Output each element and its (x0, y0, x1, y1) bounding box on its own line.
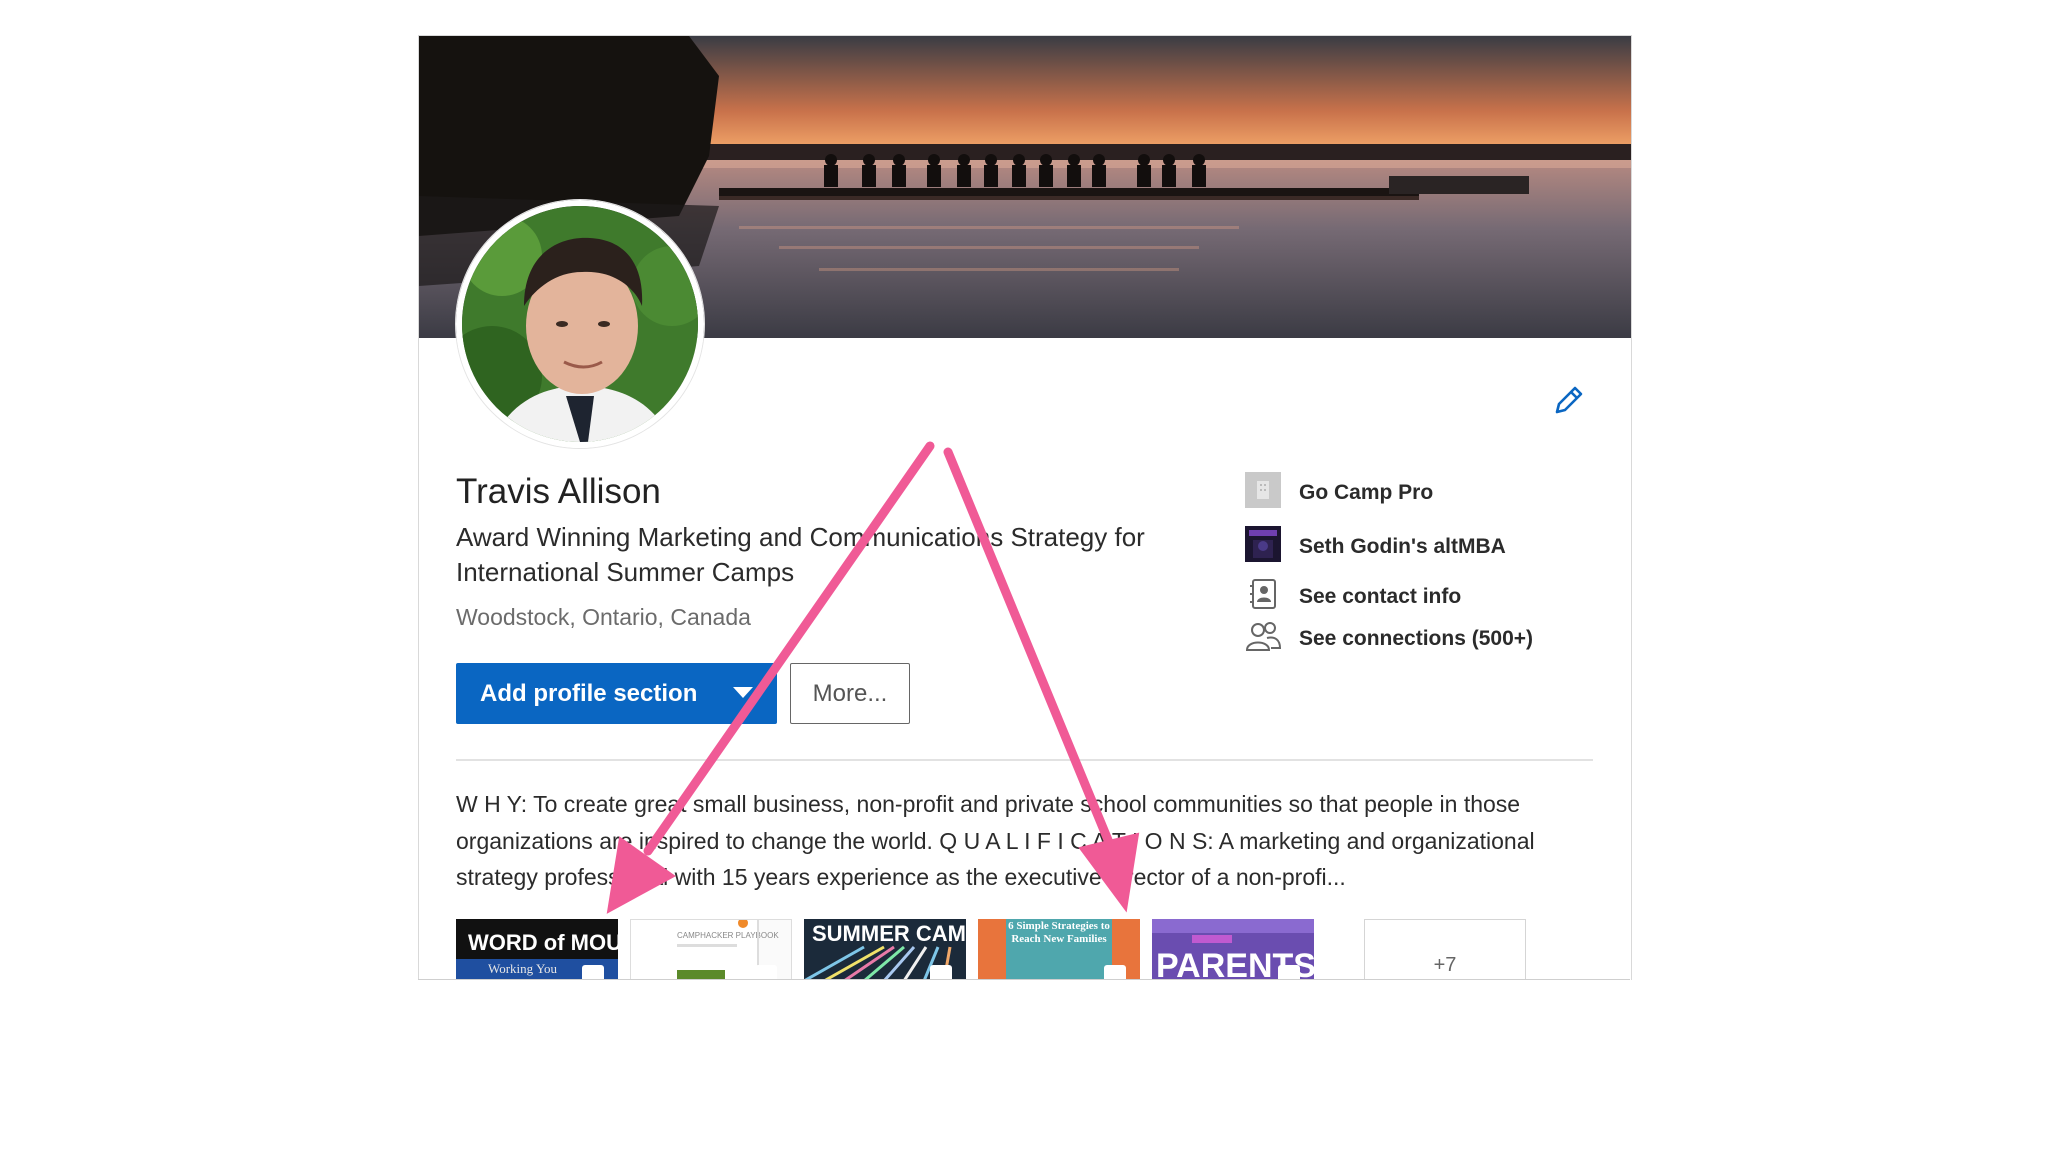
profile-location: Woodstock, Ontario, Canada (456, 604, 751, 630)
document-icon (930, 965, 952, 980)
contact-info-label: See contact info (1299, 584, 1462, 608)
people-icon (1245, 618, 1282, 659)
contact-info-link[interactable]: See contact info (1245, 576, 1461, 617)
media-thumb-subtitle: Working You (488, 961, 558, 976)
chevron-down-icon (733, 687, 753, 698)
profile-summary[interactable]: W H Y: To create great small business, n… (456, 786, 1596, 896)
connections-link[interactable]: See connections (500+) (1245, 618, 1533, 659)
add-profile-section-label: Add profile section (480, 679, 698, 707)
document-icon (582, 965, 604, 980)
document-icon (1104, 965, 1126, 980)
current-company-link[interactable]: Go Camp Pro (1245, 472, 1433, 513)
edit-profile-pencil-icon[interactable] (1551, 382, 1587, 418)
profile-photo[interactable] (456, 200, 704, 448)
media-thumb-title: 6 Simple Strategies to Reach New Familie… (1008, 920, 1110, 945)
media-thumb-parents[interactable]: PARENTS (1152, 919, 1314, 980)
document-icon (755, 965, 777, 980)
media-thumb-title: SUMMER CAMP (812, 921, 966, 946)
company-icon (1245, 472, 1281, 513)
add-profile-section-button[interactable]: Add profile section (456, 663, 777, 724)
contact-card-icon (1245, 576, 1281, 617)
media-thumb-summer-camp[interactable]: SUMMER CAMP (804, 919, 966, 980)
more-button[interactable]: More... (790, 663, 910, 724)
connections-label: See connections (500+) (1299, 626, 1534, 650)
profile-headline: Award Winning Marketing and Communicatio… (456, 522, 1145, 587)
school-logo-icon (1245, 526, 1281, 567)
media-thumb-title: CAMPHACKER PLAYBOOK (677, 931, 779, 940)
company-label: Go Camp Pro (1299, 480, 1434, 504)
document-icon (1278, 965, 1300, 980)
section-divider (456, 759, 1593, 761)
media-thumb-word-of-mouth[interactable]: WORD of MOUTH Working You (456, 919, 618, 980)
media-thumb-playbook[interactable]: CAMPHACKER PLAYBOOK (630, 919, 792, 980)
profile-name: Travis Allison (456, 472, 661, 511)
profile-card: Travis Allison Award Winning Marketing a… (418, 35, 1632, 980)
media-thumb-title: WORD of MOUTH (468, 930, 618, 955)
more-media-button[interactable]: +7 (1364, 919, 1526, 980)
education-label: Seth Godin's altMBA (1299, 534, 1506, 558)
media-thumb-strategies[interactable]: 6 Simple Strategies to Reach New Familie… (978, 919, 1140, 980)
education-link[interactable]: Seth Godin's altMBA (1245, 526, 1506, 567)
card-bottom-border (418, 979, 1630, 980)
